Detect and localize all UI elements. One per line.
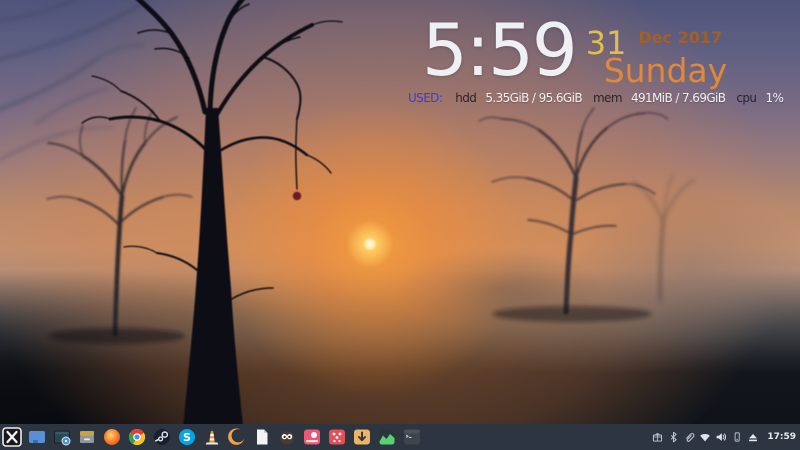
stats-mem-label: mem xyxy=(593,91,622,105)
device-icon xyxy=(731,430,743,444)
screenshot-tool-launcher[interactable] xyxy=(52,427,72,447)
bluetooth-tray[interactable] xyxy=(666,429,680,445)
system-monitor-launcher[interactable] xyxy=(377,427,397,447)
screenshot-window-icon xyxy=(52,427,72,447)
skype-icon: S xyxy=(177,427,197,447)
tray-clock[interactable]: 17:59 xyxy=(767,432,796,442)
archive-manager-launcher[interactable] xyxy=(77,427,97,447)
vlc-launcher[interactable] xyxy=(202,427,222,447)
eject-icon xyxy=(746,430,760,444)
volume-tray[interactable] xyxy=(714,429,728,445)
hazy-tree-topleft xyxy=(0,0,158,162)
widget-time: 5:59 xyxy=(422,14,576,86)
taskbar: S xyxy=(0,424,800,450)
system-monitor-graph-icon xyxy=(377,427,397,447)
document-icon xyxy=(252,427,272,447)
desktop: 5:59 31 Dec 2017 Sunday USED: hdd 5.35Gi… xyxy=(0,0,800,450)
taskbar-tray: 17:59 xyxy=(650,429,796,445)
widget-weekday: Sunday xyxy=(604,54,727,87)
eject-tray[interactable] xyxy=(746,429,760,445)
clock-widget: 5:59 31 Dec 2017 Sunday USED: hdd 5.35Gi… xyxy=(408,14,738,105)
skype-letter: S xyxy=(183,431,191,444)
package-icon xyxy=(651,430,664,444)
stats-mem-value: 491MiB / 7.69GiB xyxy=(631,91,725,105)
chrome-icon xyxy=(127,427,147,447)
stats-cpu-value: 1% xyxy=(765,91,783,105)
red-dots-app-launcher[interactable] xyxy=(327,427,347,447)
pink-media-app-launcher[interactable] xyxy=(302,427,322,447)
far-right-tree xyxy=(633,175,694,300)
app-menu-button[interactable] xyxy=(2,427,22,447)
clipboard-manager-tray[interactable] xyxy=(682,429,696,445)
x-menu-icon xyxy=(2,427,22,447)
stats-hdd-label: hdd xyxy=(455,91,476,105)
package-updates-tray[interactable] xyxy=(650,429,664,445)
download-arrow-icon xyxy=(352,427,372,447)
red-berry xyxy=(293,192,301,200)
bluetooth-icon xyxy=(667,430,680,444)
left-tree xyxy=(47,108,192,334)
file-manager-launcher[interactable] xyxy=(27,427,47,447)
archive-drawer-icon xyxy=(77,427,97,447)
pink-player-icon xyxy=(302,427,322,447)
firefox-icon xyxy=(102,427,122,447)
steam-icon xyxy=(152,427,172,447)
chrome-launcher[interactable] xyxy=(127,427,147,447)
vlc-icon xyxy=(202,427,222,447)
file-manager-icon xyxy=(27,427,47,447)
right-tree xyxy=(479,108,668,312)
right-tree-shadow xyxy=(492,306,652,322)
speaker-icon xyxy=(714,430,728,444)
skype-launcher[interactable]: S xyxy=(177,427,197,447)
widget-system-stats: USED: hdd 5.35GiB / 95.6GiB mem 491MiB /… xyxy=(408,91,738,105)
download-manager-launcher[interactable] xyxy=(352,427,372,447)
red-dots-icon xyxy=(327,427,347,447)
firefox-launcher[interactable] xyxy=(102,427,122,447)
text-document-launcher[interactable] xyxy=(252,427,272,447)
orange-crescent-icon xyxy=(227,427,247,447)
paperclip-icon xyxy=(683,430,696,444)
stats-cpu-label: cpu xyxy=(736,91,756,105)
widget-date: 31 Dec 2017 Sunday xyxy=(586,14,727,87)
wifi-icon xyxy=(698,430,712,444)
owl-app-launcher[interactable] xyxy=(277,427,297,447)
widget-month-year: Dec 2017 xyxy=(638,29,722,47)
crescent-app-launcher[interactable] xyxy=(227,427,247,447)
taskbar-launchers: S xyxy=(2,427,422,447)
owl-face-icon xyxy=(277,427,297,447)
stats-used-label: USED: xyxy=(408,91,442,105)
steam-launcher[interactable] xyxy=(152,427,172,447)
left-tree-shadow xyxy=(49,328,185,344)
stats-hdd-value: 5.35GiB / 95.6GiB xyxy=(485,91,582,105)
terminal-launcher[interactable] xyxy=(402,427,422,447)
terminal-icon xyxy=(402,427,422,447)
device-tray[interactable] xyxy=(730,429,744,445)
wifi-tray[interactable] xyxy=(698,429,712,445)
